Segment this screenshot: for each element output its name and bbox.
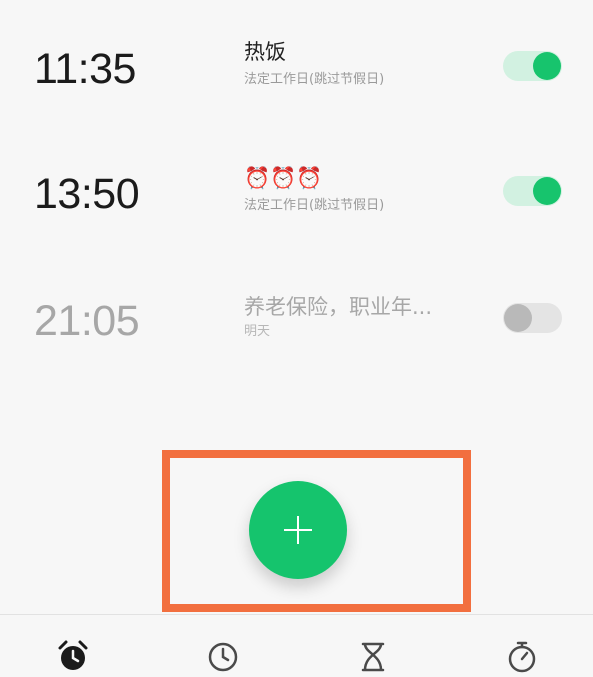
alarm-title: 养老保险，职业年...: [244, 295, 433, 319]
alarm-repeat: 法定工作日(跳过节假日): [244, 72, 385, 87]
stopwatch-icon: [508, 641, 536, 673]
tab-stopwatch[interactable]: [505, 639, 539, 673]
tab-world-clock[interactable]: [206, 639, 240, 673]
world-clock-icon: [208, 642, 238, 672]
alarm-title: ⏰⏰⏰: [244, 166, 323, 190]
alarm-toggle[interactable]: [503, 51, 562, 81]
toggle-knob: [504, 304, 532, 332]
alarm-title: 热饭: [244, 40, 286, 64]
alarm-toggle[interactable]: [503, 176, 562, 206]
alarm-toggle[interactable]: [503, 303, 562, 333]
alarm-time: 11:35: [34, 45, 136, 93]
tab-alarm[interactable]: [56, 639, 90, 673]
hourglass-timer-icon: [361, 642, 385, 672]
bottom-nav: [0, 614, 593, 673]
toggle-knob: [533, 177, 561, 205]
tab-timer[interactable]: [356, 639, 390, 673]
alarm-repeat: 法定工作日(跳过节假日): [244, 198, 385, 213]
alarm-time: 21:05: [34, 297, 140, 345]
toggle-knob: [533, 52, 561, 80]
alarm-clock-icon: [58, 640, 88, 670]
add-alarm-button[interactable]: [249, 481, 347, 579]
alarm-repeat: 明天: [244, 324, 271, 339]
alarm-time: 13:50: [34, 170, 140, 218]
alarm-item-1135[interactable]: 11:35 热饭 法定工作日(跳过节假日): [0, 20, 593, 120]
alarm-item-2105[interactable]: 21:05 养老保险，职业年... 明天: [0, 273, 593, 373]
alarm-item-1350[interactable]: 13:50 ⏰⏰⏰ 法定工作日(跳过节假日): [0, 146, 593, 246]
